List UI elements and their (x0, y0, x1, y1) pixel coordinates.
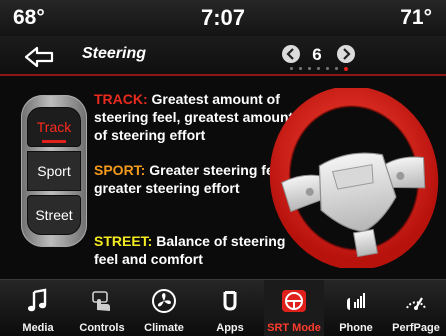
nav-apps-button[interactable]: Apps (200, 280, 260, 336)
page-dot (290, 67, 293, 70)
page-dot (308, 67, 311, 70)
nav-phone-label: Phone (339, 322, 373, 334)
controls-hand-icon (92, 291, 110, 311)
nav-phone-button[interactable]: Phone (326, 280, 386, 336)
nav-media-button[interactable]: Media (8, 280, 68, 336)
srt-steering-icon (282, 290, 306, 312)
page-dot (299, 67, 302, 70)
apps-icon (223, 291, 237, 311)
sport-description: SPORT: Greater steering feel, greater st… (94, 161, 294, 197)
page-dot (335, 67, 338, 70)
performance-gauge-icon (406, 297, 426, 310)
nav-srt-mode-button[interactable]: SRT Mode (264, 280, 324, 336)
next-page-button[interactable] (337, 45, 355, 63)
passenger-temperature[interactable]: 71° (400, 6, 432, 30)
chevron-left-icon (286, 48, 294, 60)
nav-media-label: Media (22, 322, 54, 334)
nav-apps-label: Apps (216, 322, 244, 334)
back-button[interactable] (24, 44, 62, 70)
page-dot (317, 67, 320, 70)
nav-srt-mode-label: SRT Mode (267, 322, 321, 334)
mode-track-button[interactable]: Track (27, 107, 81, 147)
clock: 7:07 (200, 5, 246, 30)
nav-climate-button[interactable]: Climate (134, 280, 194, 336)
page-title: Steering (82, 45, 147, 62)
chevron-right-icon (343, 48, 351, 60)
screen-header: Steering 6 (0, 36, 446, 76)
nav-controls-label: Controls (79, 322, 125, 334)
previous-page-button[interactable] (282, 45, 300, 63)
page-indicator (284, 66, 354, 72)
page-number: 6 (312, 45, 322, 64)
status-bar: 68° 7:07 71° (0, 0, 446, 36)
climate-fan-icon (152, 289, 176, 313)
back-arrow-icon (24, 46, 54, 68)
sport-keyword: SPORT: (94, 162, 146, 178)
nav-perfpage-label: PerfPage (392, 322, 440, 334)
track-keyword: TRACK: (94, 91, 148, 107)
phone-signal-icon (347, 293, 365, 310)
street-description: STREET: Balance of steering feel and com… (94, 232, 294, 268)
steering-mode-selector: Track Sport Street (21, 95, 87, 247)
track-description: TRACK: Greatest amount of steering feel,… (94, 90, 294, 144)
mode-sport-button[interactable]: Sport (27, 151, 81, 191)
page-dot-active (344, 66, 348, 71)
mode-street-button[interactable]: Street (27, 195, 81, 235)
nav-climate-label: Climate (144, 322, 184, 334)
nav-perfpage-button[interactable]: PerfPage (386, 280, 446, 336)
street-keyword: STREET: (94, 233, 153, 249)
page-dot (326, 67, 329, 70)
music-note-icon (27, 288, 47, 312)
bottom-navigation: Media Controls Climate Apps SRT Mode Pho… (0, 279, 446, 336)
steering-wheel-illustration (269, 88, 439, 268)
nav-controls-button[interactable]: Controls (72, 280, 132, 336)
